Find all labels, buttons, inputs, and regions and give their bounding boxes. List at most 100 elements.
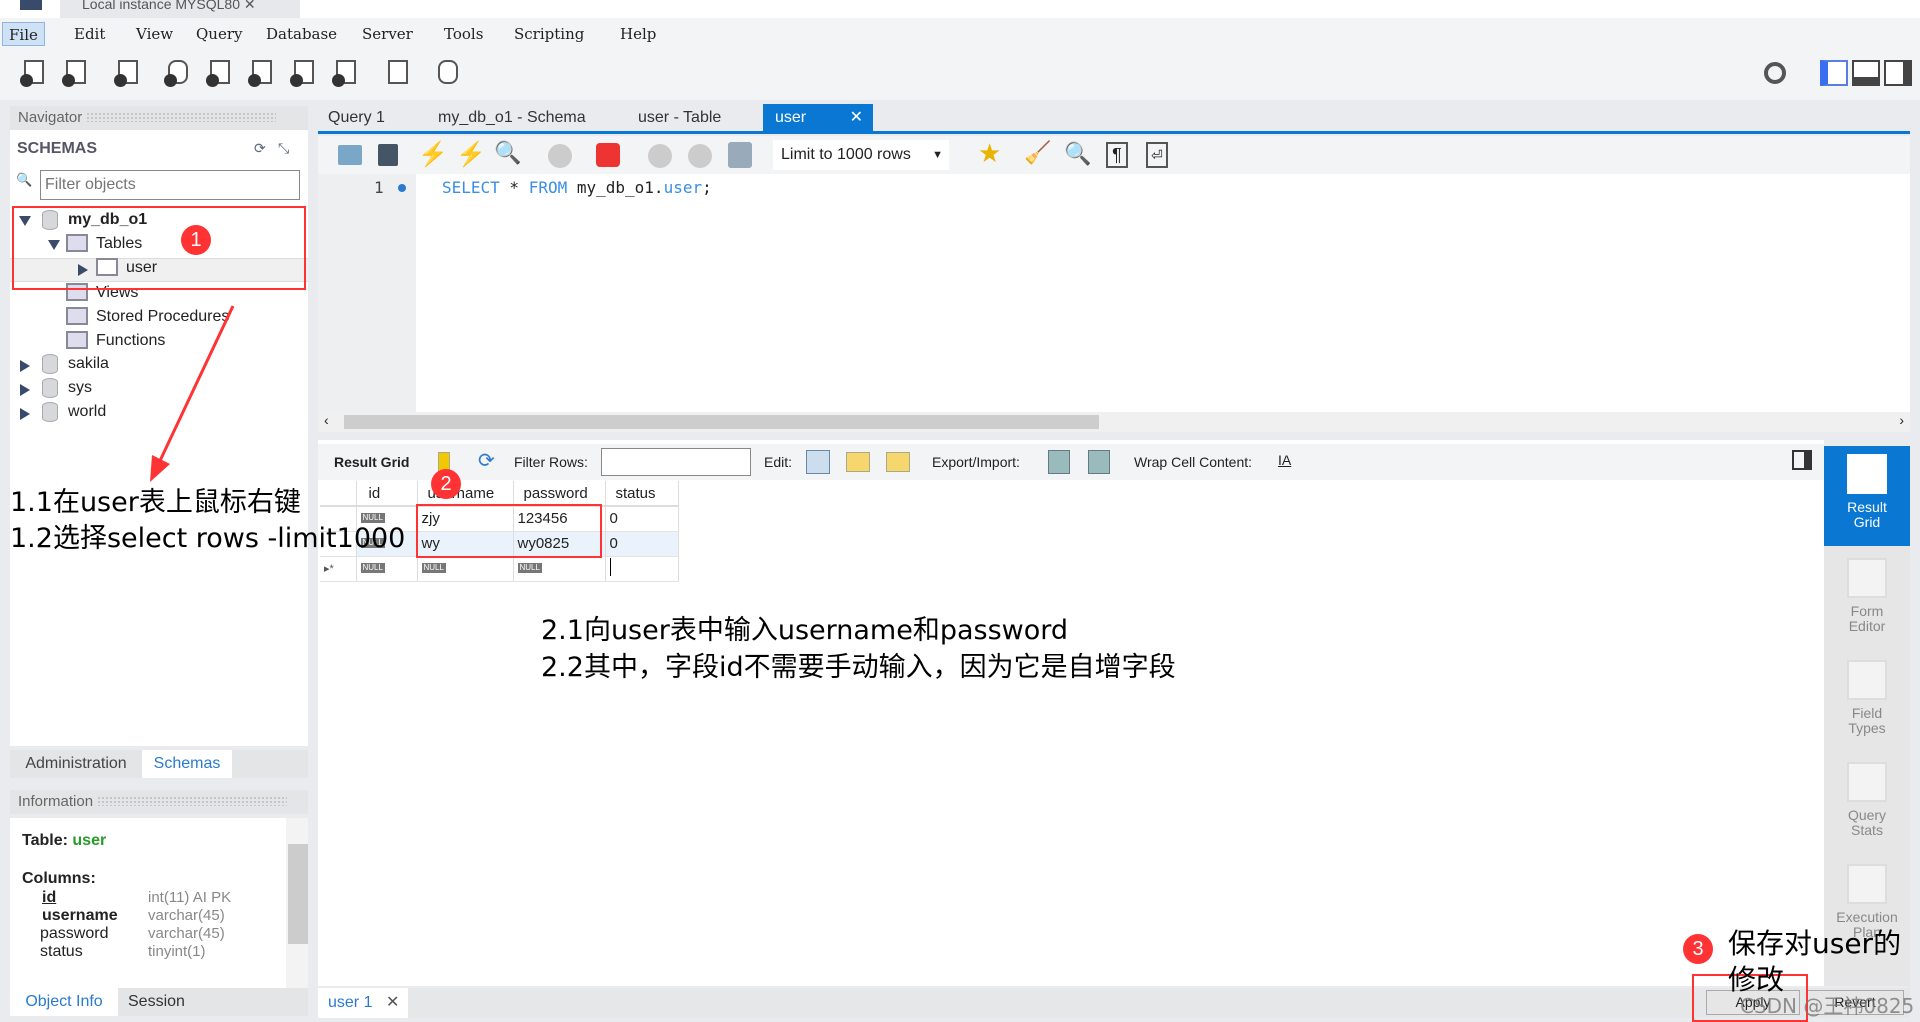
beautify-broom-icon[interactable]: 🧹: [1024, 140, 1051, 166]
menu-tools[interactable]: Tools: [438, 22, 489, 46]
explain-icon[interactable]: 🔍: [494, 140, 521, 166]
wrap-lines-icon[interactable]: ⏎: [1146, 142, 1168, 168]
result-tab-user-1[interactable]: user 1 ✕: [318, 988, 408, 1018]
invisible-chars-icon[interactable]: ¶: [1106, 142, 1128, 168]
open-sql-script-icon[interactable]: [62, 58, 90, 88]
column-name: username: [42, 907, 118, 924]
scroll-right-icon[interactable]: ›: [1899, 412, 1904, 428]
tab-schemas[interactable]: Schemas: [142, 750, 232, 778]
create-schema-icon[interactable]: [164, 58, 192, 88]
collapsed-arrow-icon[interactable]: [20, 408, 30, 420]
execute-icon[interactable]: ⚡: [418, 140, 448, 169]
side-result-grid[interactable]: Result Grid: [1824, 446, 1910, 546]
tab-user-active[interactable]: user ✕: [763, 104, 873, 132]
menu-server[interactable]: Server: [356, 22, 419, 46]
sql-text[interactable]: SELECT * FROM my_db_o1.user;: [442, 178, 712, 197]
tab-query-1[interactable]: Query 1: [316, 104, 397, 132]
sql-token: *: [499, 178, 529, 197]
add-snippet-star-icon[interactable]: ★: [978, 138, 1001, 169]
export-icon[interactable]: [1048, 450, 1070, 474]
refresh-icon[interactable]: ⟳: [478, 448, 495, 473]
inspector-icon[interactable]: [114, 58, 142, 88]
create-function-icon[interactable]: [332, 58, 360, 88]
new-sql-tab-icon[interactable]: [20, 58, 48, 88]
grid-cell-status[interactable]: 0: [605, 506, 679, 532]
tree-schema-sakila[interactable]: sakila: [68, 353, 109, 375]
grid-cell-status[interactable]: [605, 556, 679, 582]
statement-marker-icon: [398, 184, 406, 192]
tab-schema[interactable]: my_db_o1 - Schema: [426, 104, 598, 132]
new-row[interactable]: ▸* NULL NULL NULL: [320, 556, 679, 582]
toggle-panel-icon[interactable]: [1792, 450, 1812, 470]
create-table-icon[interactable]: [206, 58, 234, 88]
side-form-editor[interactable]: Form Editor: [1824, 550, 1910, 634]
limit-rows-select[interactable]: Limit to 1000 rows ▼: [773, 140, 949, 170]
home-icon[interactable]: [20, 0, 42, 10]
grid-cell-status[interactable]: 0: [605, 531, 679, 557]
grid-cell-password[interactable]: NULL: [513, 556, 606, 582]
stop-icon[interactable]: [548, 144, 572, 168]
close-icon[interactable]: ✕: [850, 104, 863, 132]
schemas-label: SCHEMAS: [17, 140, 98, 157]
find-icon[interactable]: 🔍: [1064, 141, 1091, 167]
create-view-icon[interactable]: [248, 58, 276, 88]
menu-view[interactable]: View: [130, 22, 179, 46]
tab-session[interactable]: Session: [128, 988, 185, 1016]
side-query-stats[interactable]: Query Stats: [1824, 754, 1910, 838]
edit-row-icon[interactable]: [806, 450, 830, 474]
grid-cell-username[interactable]: NULL: [417, 556, 514, 582]
execute-current-icon[interactable]: ⚡: [456, 140, 486, 169]
scroll-left-icon[interactable]: ‹: [324, 412, 329, 428]
insert-row-icon[interactable]: [846, 452, 870, 472]
wrap-cell-toggle-icon[interactable]: IA: [1278, 452, 1291, 468]
rollback-icon[interactable]: [688, 144, 712, 168]
grid-cell-id[interactable]: NULL: [356, 556, 418, 582]
commit-icon[interactable]: [648, 144, 672, 168]
create-procedure-icon[interactable]: [290, 58, 318, 88]
collapsed-arrow-icon[interactable]: [20, 360, 30, 372]
toggle-error-icon[interactable]: [596, 143, 620, 167]
autocommit-icon[interactable]: [728, 142, 752, 168]
editor-horizontal-scrollbar[interactable]: ‹ ›: [318, 412, 1910, 432]
sql-editor[interactable]: 1 SELECT * FROM my_db_o1.user;: [318, 174, 1910, 412]
refresh-icon[interactable]: ⟳: [254, 140, 266, 157]
delete-row-icon[interactable]: [886, 452, 910, 472]
toggle-output-icon[interactable]: [1852, 60, 1880, 86]
settings-gear-icon[interactable]: [1764, 62, 1786, 84]
collapse-icon[interactable]: ⤡: [278, 140, 289, 157]
menu-help[interactable]: Help: [614, 22, 662, 46]
filter-objects-input[interactable]: [40, 170, 300, 200]
save-icon[interactable]: [378, 144, 398, 166]
side-field-types[interactable]: Field Types: [1824, 652, 1910, 736]
tab-administration[interactable]: Administration: [10, 750, 142, 778]
import-icon[interactable]: [1088, 450, 1110, 474]
connection-tab[interactable]: Local instance MYSQL80 ✕: [60, 0, 300, 18]
annotation-box-2: [416, 504, 602, 558]
filter-rows-input[interactable]: [601, 448, 751, 476]
close-icon[interactable]: ✕: [386, 988, 399, 1018]
menu-file[interactable]: File: [2, 22, 45, 46]
collapsed-arrow-icon[interactable]: [20, 384, 30, 396]
toggle-sidebar-icon[interactable]: [1820, 60, 1848, 86]
reconnect-icon[interactable]: [434, 58, 462, 88]
tree-schema-sys[interactable]: sys: [68, 377, 92, 399]
scrollbar-thumb[interactable]: [288, 844, 308, 944]
toggle-secondary-sidebar-icon[interactable]: [1884, 60, 1912, 86]
menu-edit[interactable]: Edit: [68, 22, 111, 46]
open-file-icon[interactable]: [338, 145, 362, 165]
tab-object-info[interactable]: Object Info: [10, 988, 118, 1016]
column-header-id[interactable]: id: [356, 481, 418, 507]
column-header-password[interactable]: password: [513, 481, 606, 507]
info-scrollbar[interactable]: [286, 818, 308, 988]
menu-query[interactable]: Query: [190, 22, 248, 46]
sql-keyword: SELECT: [442, 178, 500, 197]
column-header-status[interactable]: status: [605, 481, 679, 507]
null-badge: NULL: [360, 562, 385, 573]
grid-header-row: id username password status: [320, 481, 679, 507]
search-table-data-icon[interactable]: [384, 58, 412, 88]
tree-schema-world[interactable]: world: [68, 401, 106, 423]
menu-scripting[interactable]: Scripting: [508, 22, 590, 46]
tab-user-table[interactable]: user - Table: [626, 104, 733, 132]
scrollbar-thumb[interactable]: [344, 415, 1099, 429]
menu-database[interactable]: Database: [260, 22, 343, 46]
